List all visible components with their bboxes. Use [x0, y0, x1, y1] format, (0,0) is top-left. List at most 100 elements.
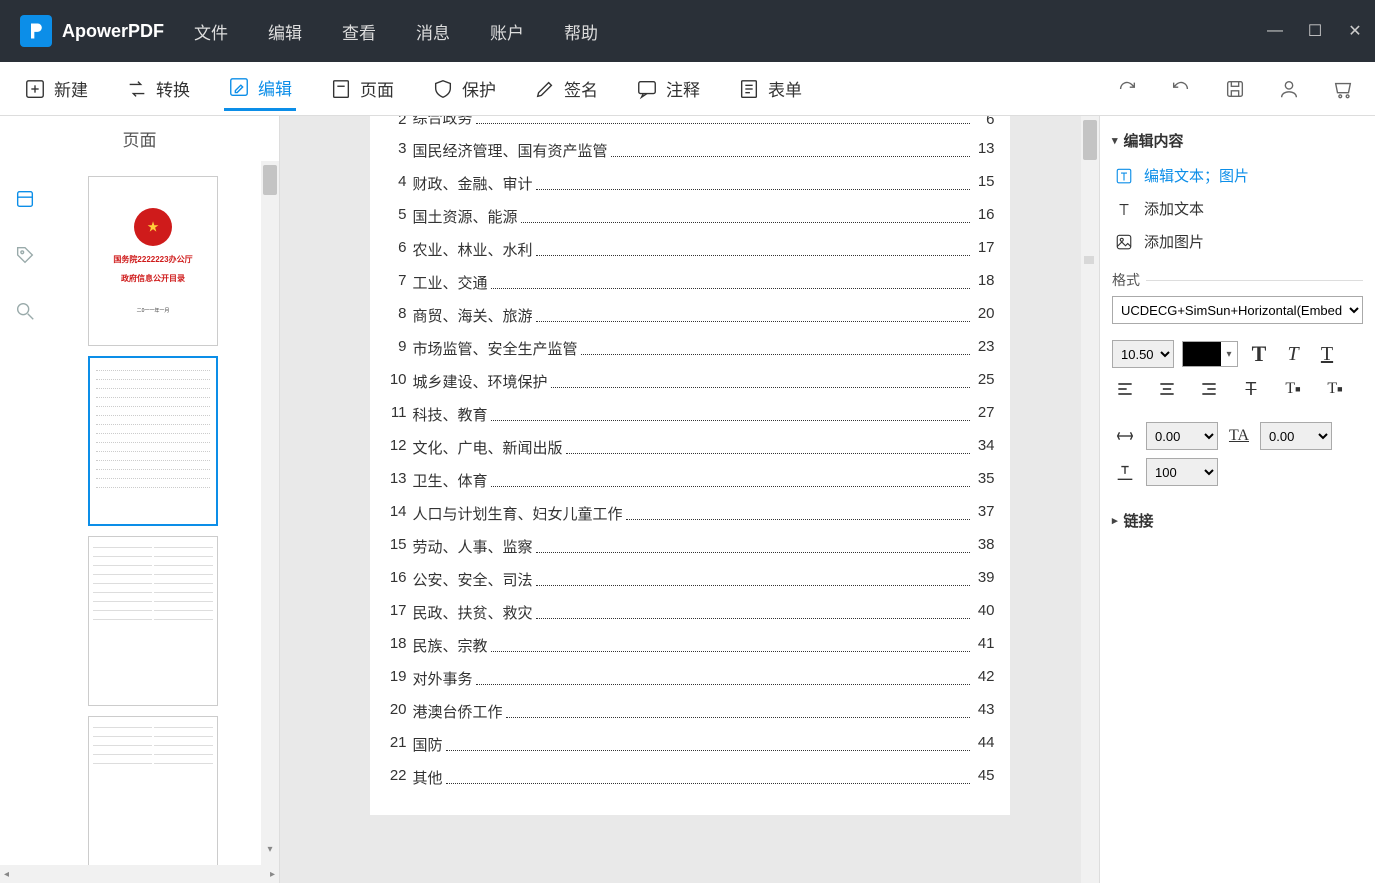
toc-pagenum: 39 [973, 569, 995, 590]
toc-line[interactable]: 3国民经济管理、国有资产监管13 [385, 140, 995, 161]
toc-line[interactable]: 7工业、交通18 [385, 272, 995, 293]
hscroll-left-icon[interactable]: ◂ [4, 869, 9, 880]
tool-edit[interactable]: 编辑 [224, 67, 296, 111]
toc-line[interactable]: 14人口与计划生育、妇女儿童工作37 [385, 503, 995, 524]
toc-pagenum: 16 [973, 206, 995, 227]
toc-line[interactable]: 20港澳台侨工作43 [385, 701, 995, 722]
toc-line[interactable]: 22其他45 [385, 767, 995, 788]
toc-line[interactable]: 9市场监管、安全生产监管23 [385, 338, 995, 359]
toc-line[interactable]: 12文化、广电、新闻出版34 [385, 437, 995, 458]
tool-form[interactable]: 表单 [734, 67, 806, 111]
menu-file[interactable]: 文件 [194, 19, 228, 44]
cart-button[interactable] [1331, 77, 1355, 101]
toc-leader [491, 635, 970, 652]
toc-number: 10 [385, 371, 407, 392]
viewer-scrollbar-thumb[interactable] [1083, 120, 1097, 160]
toc-line[interactable]: 15劳动、人事、监察38 [385, 536, 995, 557]
strikethrough-button[interactable]: T [1238, 376, 1264, 402]
thumbnail-page-2[interactable] [88, 356, 218, 526]
undo-button[interactable] [1169, 77, 1193, 101]
toc-number: 22 [385, 767, 407, 788]
subscript-button[interactable]: T■ [1322, 376, 1348, 402]
font-size-select[interactable]: 10.50 [1112, 340, 1174, 368]
toc-pagenum: 43 [973, 701, 995, 722]
menu-help[interactable]: 帮助 [564, 19, 598, 44]
toc-line[interactable]: 8商贸、海关、旅游20 [385, 305, 995, 326]
align-left-button[interactable] [1112, 376, 1138, 402]
maximize-button[interactable]: ☐ [1305, 21, 1325, 41]
toc-line[interactable]: 17民政、扶贫、救灾40 [385, 602, 995, 623]
scrollbar-thumb[interactable] [263, 165, 277, 195]
thumbnail-page-1[interactable]: 国务院2222223办公厅 政府信息公开目录 二0一一年一月 [88, 176, 218, 346]
line-spacing-select[interactable]: 0.00 [1260, 422, 1332, 450]
form-icon [738, 78, 760, 100]
font-select[interactable]: UCDECG+SimSun+Horizontal(Embedded) [1112, 296, 1363, 324]
underline-button[interactable]: T [1314, 341, 1340, 367]
scrollbar-down-icon[interactable]: ▾ [263, 844, 277, 855]
toc-line[interactable]: 18民族、宗教41 [385, 635, 995, 656]
font-color-select[interactable]: ▾ [1182, 341, 1238, 367]
toc-line[interactable]: 21国防44 [385, 734, 995, 755]
toc-pagenum: 42 [973, 668, 995, 689]
toc-line[interactable]: 10城乡建设、环境保护25 [385, 371, 995, 392]
char-spacing-select[interactable]: 0.00 [1146, 422, 1218, 450]
align-center-button[interactable] [1154, 376, 1180, 402]
thumbnails-scrollbar[interactable]: ▾ [261, 161, 279, 865]
toc-line[interactable]: 11科技、教育27 [385, 404, 995, 425]
scale-select[interactable]: 100 [1146, 458, 1218, 486]
tool-convert[interactable]: 转换 [122, 67, 194, 111]
link-section[interactable]: ▸ 链接 [1112, 510, 1363, 531]
toc-line[interactable]: 5国土资源、能源16 [385, 206, 995, 227]
sidebar-tab-tags[interactable] [12, 242, 38, 268]
thumbnail-page-3[interactable] [88, 536, 218, 706]
spacing-row: 0.00 TA 0.00 [1112, 422, 1363, 450]
save-button[interactable] [1223, 77, 1247, 101]
toc-line[interactable]: 13卫生、体育35 [385, 470, 995, 491]
toc-line[interactable]: 19对外事务42 [385, 668, 995, 689]
toc-number: 4 [385, 173, 407, 194]
tool-page[interactable]: 页面 [326, 67, 398, 111]
menu-edit[interactable]: 编辑 [268, 19, 302, 44]
redo-button[interactable] [1115, 77, 1139, 101]
toc-line[interactable]: 6农业、林业、水利17 [385, 239, 995, 260]
toc-line[interactable]: 16公安、安全、司法39 [385, 569, 995, 590]
menu-message[interactable]: 消息 [416, 19, 450, 44]
align-right-button[interactable] [1196, 376, 1222, 402]
menu-account[interactable]: 账户 [490, 19, 524, 44]
thumbnails-hscroll[interactable]: ◂ ▸ [0, 865, 279, 883]
tool-comment[interactable]: 注释 [632, 67, 704, 111]
italic-button[interactable]: T [1280, 341, 1306, 367]
tool-sign[interactable]: 签名 [530, 67, 602, 111]
page-content[interactable]: 2综合政务6 3国民经济管理、国有资产监管13 4财政、金融、审计15 5国土资源、能… [370, 116, 1010, 815]
tool-protect-label: 保护 [462, 76, 496, 101]
opt-add-text[interactable]: 添加文本 [1112, 192, 1363, 225]
viewer-scrollbar[interactable] [1081, 116, 1099, 883]
sidebar-tab-thumbnails[interactable] [12, 186, 38, 212]
toc-leader [581, 338, 970, 355]
sidebar-tab-search[interactable] [12, 298, 38, 324]
add-text-icon [1114, 199, 1134, 219]
toc-number: 3 [385, 140, 407, 161]
menu-view[interactable]: 查看 [342, 19, 376, 44]
thumbnail-page-4[interactable] [88, 716, 218, 865]
tool-sign-label: 签名 [564, 76, 598, 101]
toc-text: 综合政务 [413, 116, 473, 128]
opt-add-image[interactable]: 添加图片 [1112, 225, 1363, 258]
minimize-button[interactable]: — [1265, 21, 1285, 41]
toc-pagenum: 13 [973, 140, 995, 161]
toc-line[interactable]: 2综合政务6 [385, 116, 995, 128]
bold-button[interactable]: T [1246, 341, 1272, 367]
superscript-button[interactable]: T■ [1280, 376, 1306, 402]
thumbnails-list[interactable]: 国务院2222223办公厅 政府信息公开目录 二0一一年一月 [50, 161, 261, 865]
tool-protect[interactable]: 保护 [428, 67, 500, 111]
hscroll-right-icon[interactable]: ▸ [270, 869, 275, 880]
close-button[interactable]: ✕ [1345, 21, 1365, 41]
user-button[interactable] [1277, 77, 1301, 101]
tool-new[interactable]: 新建 [20, 67, 92, 111]
text-image-icon [1114, 166, 1134, 186]
toc-line[interactable]: 4财政、金融、审计15 [385, 173, 995, 194]
edit-content-section[interactable]: ▾ 编辑内容 [1112, 130, 1363, 151]
toc-text: 文化、广电、新闻出版 [413, 437, 563, 458]
document-viewer[interactable]: 2综合政务6 3国民经济管理、国有资产监管13 4财政、金融、审计15 5国土资源、能… [280, 116, 1099, 883]
opt-edit-text-image[interactable]: 编辑文本；图片 [1112, 159, 1363, 192]
